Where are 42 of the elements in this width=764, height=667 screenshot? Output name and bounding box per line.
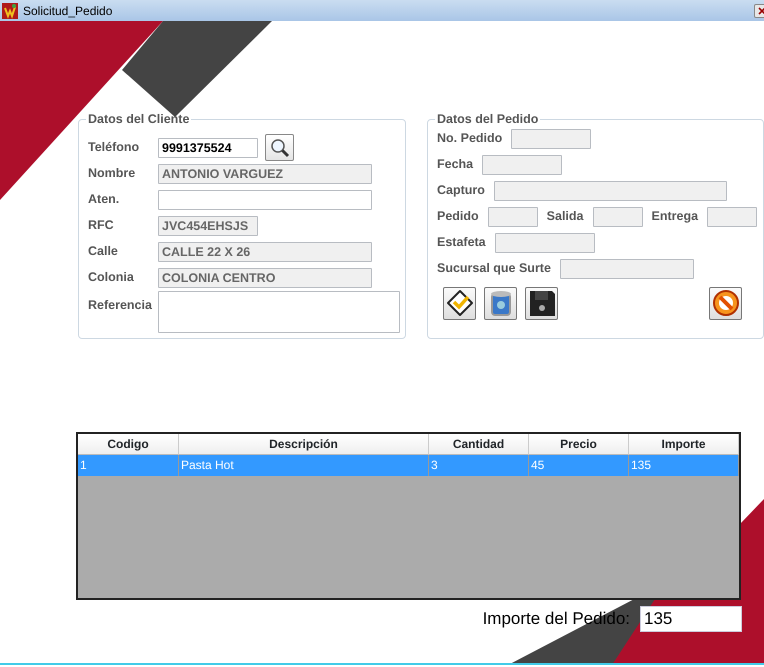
table-cell: 135 [629, 455, 739, 476]
field-label: Teléfono [88, 139, 140, 156]
field-label: Colonia [88, 269, 135, 286]
column-header[interactable]: Codigo [78, 434, 179, 455]
table-cell: 1 [78, 455, 179, 476]
column-header[interactable]: Precio [529, 434, 629, 455]
total-field[interactable]: 135 [640, 606, 742, 632]
field-label: Capturo [437, 182, 485, 200]
field-label: No. Pedido [437, 130, 502, 148]
field-label: Calle [88, 243, 119, 260]
field-label: Nombre [88, 165, 136, 182]
group-title: Datos del Pedido [436, 113, 540, 126]
check-icon [446, 289, 474, 317]
column-header[interactable]: Cantidad [429, 434, 529, 455]
field-label: RFC [88, 217, 115, 234]
field-label: Sucursal que Surte [437, 260, 551, 278]
field-label: Aten. [88, 191, 120, 208]
delete-button[interactable] [484, 286, 517, 320]
table-cell: 3 [429, 455, 529, 476]
field-label: Fecha [437, 156, 474, 174]
input-field[interactable] [158, 190, 372, 210]
accept-button[interactable] [443, 286, 476, 320]
input-field[interactable]: 9991375524 [158, 138, 258, 158]
column-header[interactable]: Importe [629, 434, 739, 455]
table-cell: Pasta Hot [179, 455, 429, 476]
app-icon [2, 2, 18, 18]
cancel-icon [712, 289, 740, 317]
window-title: Solicitud_Pedido [23, 2, 112, 20]
save-button[interactable] [525, 286, 558, 320]
search-button[interactable] [265, 134, 294, 161]
table-cell: 45 [529, 455, 629, 476]
group-title: Datos del Cliente [87, 113, 190, 126]
field-label: Estafeta [437, 234, 486, 252]
text-area[interactable] [158, 290, 400, 332]
close-icon [758, 6, 764, 14]
field-label: Pedido [437, 208, 479, 226]
field-label: Salida [546, 208, 584, 226]
column-header[interactable]: Descripción [179, 434, 429, 455]
cancel-button[interactable] [709, 286, 742, 320]
field-label: Entrega [652, 208, 698, 226]
field-label: Referencia [88, 296, 153, 314]
search-icon [270, 138, 290, 158]
